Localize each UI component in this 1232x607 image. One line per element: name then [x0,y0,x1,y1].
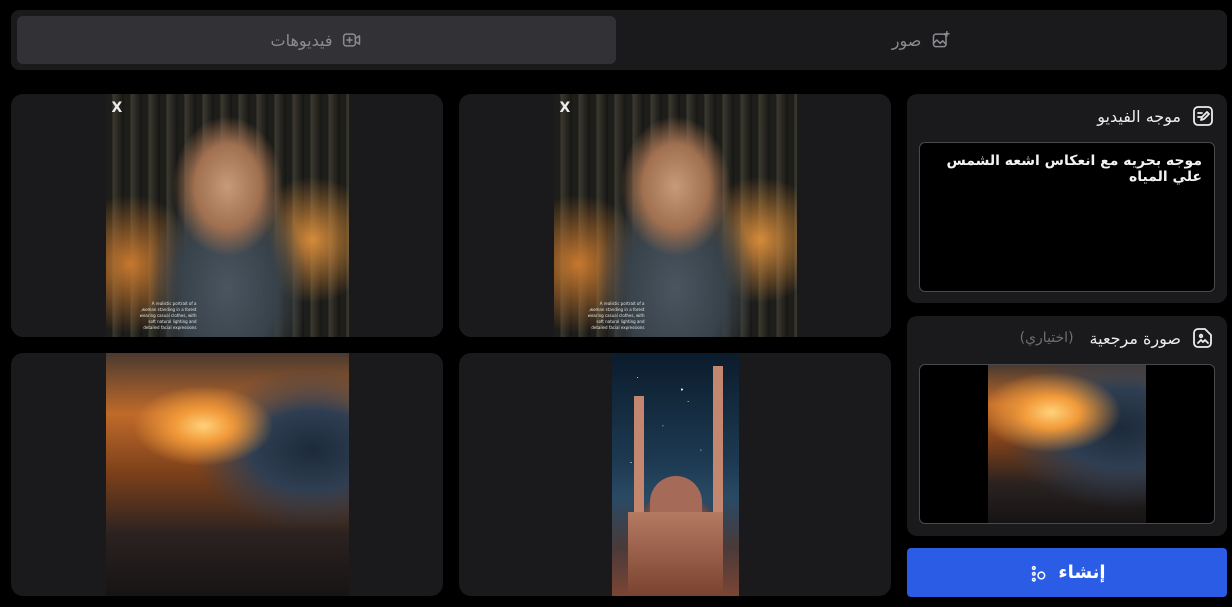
reference-optional-label: (اختياري) [1019,330,1074,346]
reference-panel-header: صورة مرجعية (اختياري) [1020,326,1215,350]
mosque-body [627,512,723,596]
create-button[interactable]: إنشاء [907,548,1227,597]
edit-note-icon [1193,106,1213,126]
caption-line: detailed facial expressions [143,325,197,330]
reference-panel-title: صورة مرجعية [1089,328,1181,348]
reference-image-dropzone[interactable] [919,364,1215,524]
gallery-image-mosque-night [611,353,739,596]
image-add-icon [933,30,950,48]
gallery-card-forest-1[interactable]: X A realistic portrait of a woman standi… [11,94,443,337]
reference-panel: صورة مرجعية (اختياري) [907,316,1227,536]
prompt-panel-title: موجه الفيديو [1097,106,1181,126]
tab-videos-label: فيديوهات [270,30,333,50]
image-caption: A realistic portrait of a woman standing… [109,301,197,331]
tab-images-label: صور [891,30,922,50]
gallery-image-forest-portrait: X A realistic portrait of a woman standi… [553,94,797,337]
gallery-card-forest-2[interactable]: X A realistic portrait of a woman standi… [459,94,891,337]
gallery-image-forest-portrait: X A realistic portrait of a woman standi… [105,94,349,337]
mode-tabbar: صور فيديوهات [11,10,1227,70]
video-add-icon [343,33,361,47]
brand-logo: X [559,100,571,116]
sparkle-dots-icon [1032,565,1046,582]
create-button-label: إنشاء [1058,562,1106,583]
minaret-right [712,366,723,536]
tab-videos[interactable]: فيديوهات [17,16,616,64]
caption-line: detailed facial expressions [591,325,645,330]
image-caption: A realistic portrait of a woman standing… [557,301,645,331]
reference-image-thumbnail [988,365,1146,523]
tab-images[interactable]: صور [622,16,1221,64]
prompt-panel-header: موجه الفيديو [1097,104,1215,128]
prompt-panel: موجه الفيديو [907,94,1227,303]
image-file-icon [1193,328,1212,348]
brand-logo: X [111,100,123,116]
mosque-dome [649,476,702,516]
video-prompt-input[interactable] [919,142,1215,292]
gallery-card-ocean[interactable] [11,353,443,596]
gallery-card-mosque[interactable] [459,353,891,596]
gallery-image-ocean-sunset [105,353,349,596]
